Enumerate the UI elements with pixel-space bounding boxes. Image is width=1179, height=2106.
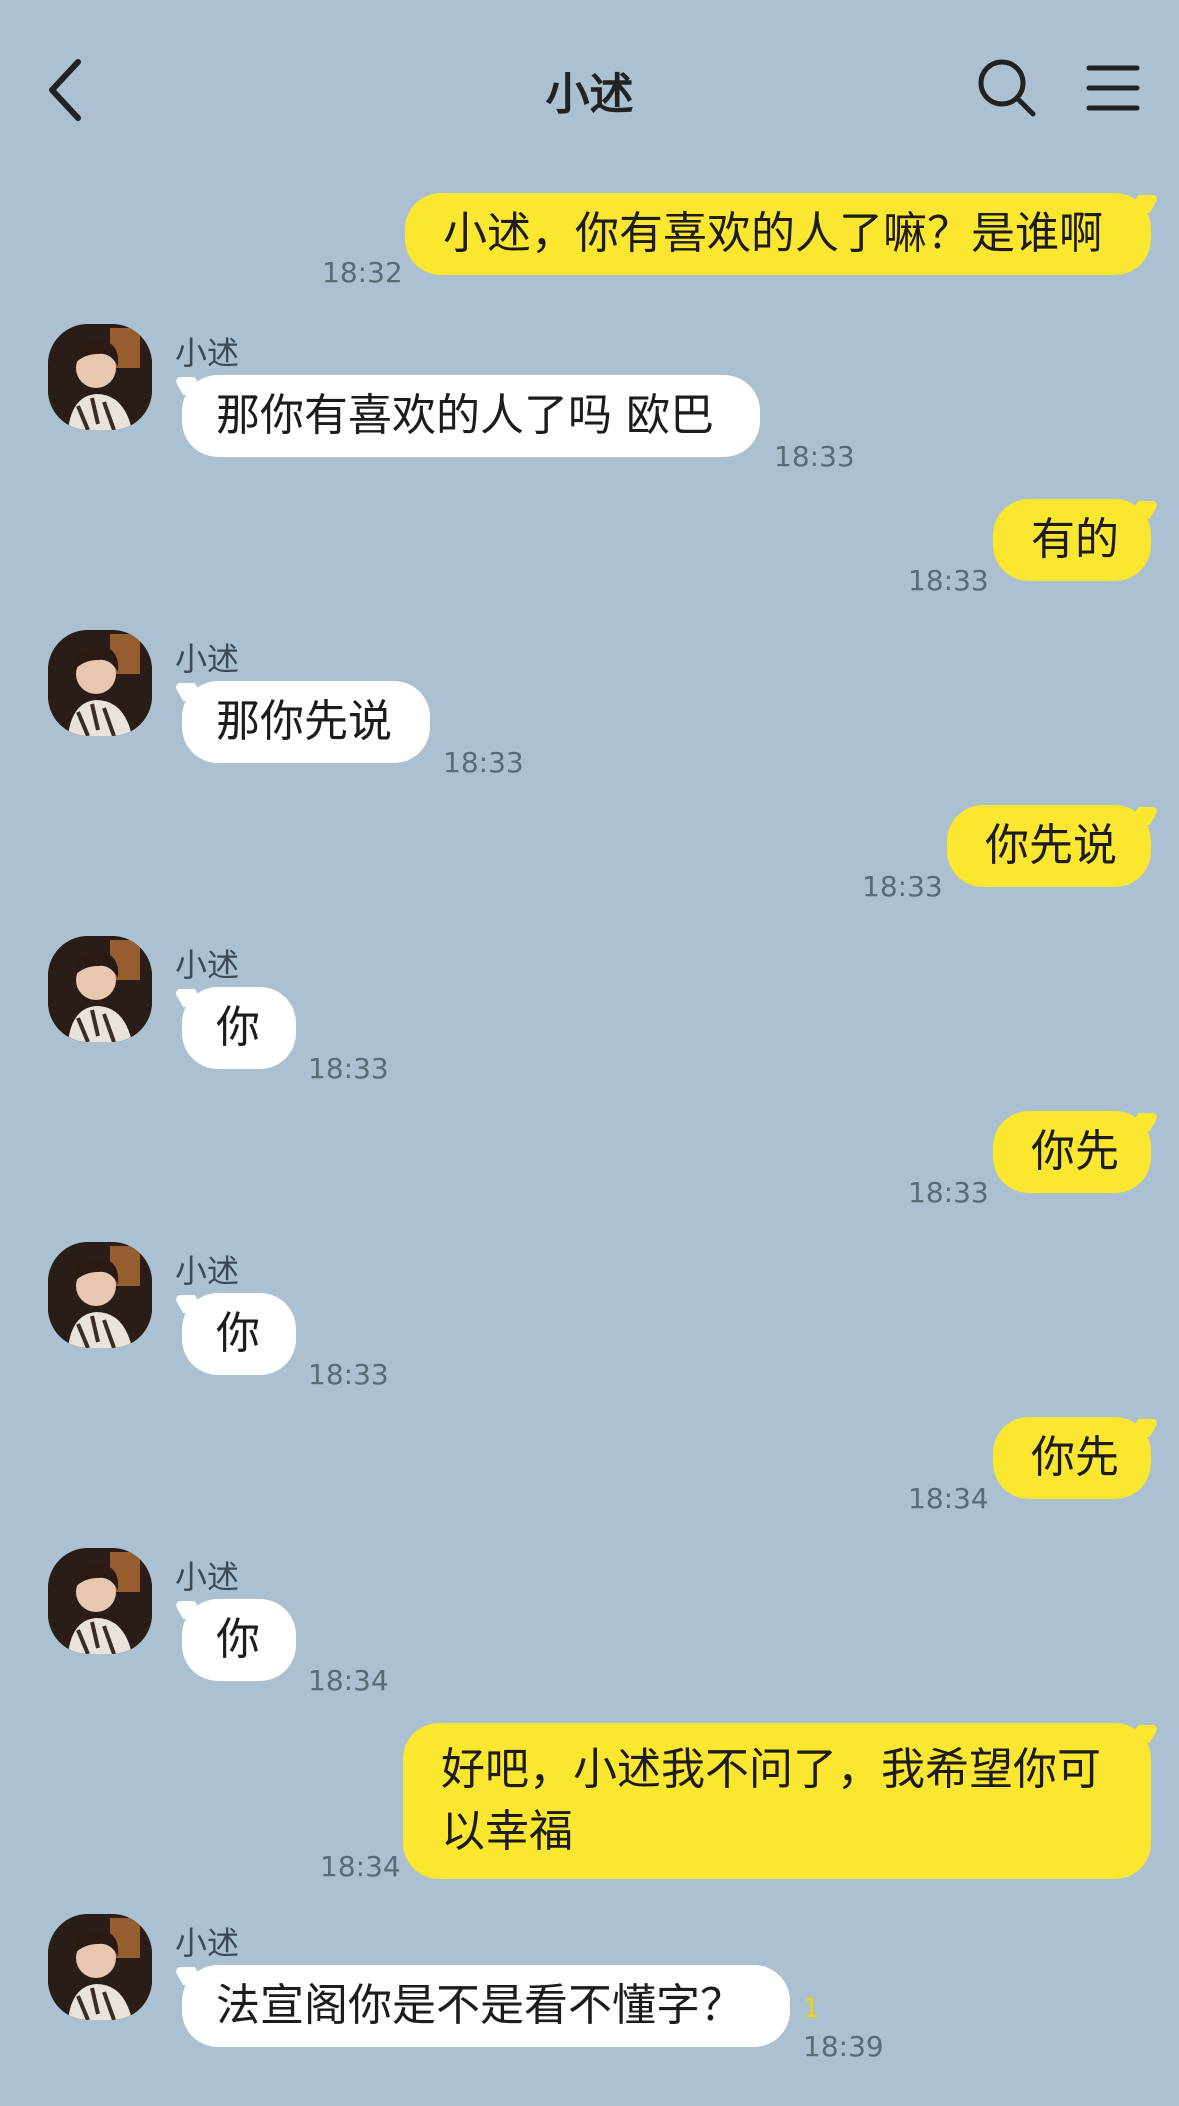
incoming-message-bubble[interactable]: 法宣阁你是不是看不懂字？ bbox=[182, 1965, 790, 2047]
message-time: 18:33 bbox=[443, 746, 524, 779]
sender-name: 小述 bbox=[175, 1924, 240, 1962]
message-time: 18:39 bbox=[803, 2030, 884, 2063]
incoming-message-bubble[interactable]: 你 bbox=[182, 1599, 296, 1681]
menu-button[interactable] bbox=[1083, 58, 1143, 118]
message-time: 18:33 bbox=[308, 1358, 389, 1391]
outgoing-message-bubble[interactable]: 有的 bbox=[993, 499, 1151, 581]
contact-avatar[interactable] bbox=[48, 630, 152, 736]
message-time: 18:33 bbox=[862, 870, 943, 903]
incoming-message-bubble[interactable]: 那你先说 bbox=[182, 681, 430, 763]
menu-icon bbox=[1086, 65, 1140, 111]
message-time: 18:33 bbox=[308, 1052, 389, 1085]
message-time: 18:33 bbox=[908, 564, 989, 597]
outgoing-message-bubble[interactable]: 你先 bbox=[993, 1417, 1151, 1499]
chat-header: 小述 bbox=[0, 0, 1179, 170]
message-time: 18:34 bbox=[908, 1482, 989, 1515]
sender-name: 小述 bbox=[175, 946, 240, 984]
message-time: 18:32 bbox=[322, 256, 403, 289]
sender-name: 小述 bbox=[175, 640, 240, 678]
outgoing-message-bubble[interactable]: 好吧，小述我不问了，我希望你可以幸福 bbox=[403, 1723, 1151, 1879]
message-time: 18:34 bbox=[308, 1664, 389, 1697]
search-button[interactable] bbox=[975, 56, 1039, 120]
contact-avatar[interactable] bbox=[48, 1242, 152, 1348]
outgoing-message-bubble[interactable]: 你先 bbox=[993, 1111, 1151, 1193]
contact-avatar[interactable] bbox=[48, 324, 152, 430]
search-icon bbox=[978, 59, 1036, 117]
contact-avatar[interactable] bbox=[48, 1914, 152, 2020]
message-time: 18:33 bbox=[774, 440, 855, 473]
contact-avatar[interactable] bbox=[48, 1548, 152, 1654]
message-time: 18:34 bbox=[320, 1850, 401, 1883]
outgoing-message-bubble[interactable]: 小述，你有喜欢的人了嘛？是谁啊 bbox=[405, 193, 1151, 275]
sender-name: 小述 bbox=[175, 1558, 240, 1596]
contact-avatar[interactable] bbox=[48, 936, 152, 1042]
sender-name: 小述 bbox=[175, 334, 240, 372]
incoming-message-bubble[interactable]: 那你有喜欢的人了吗 欧巴 bbox=[182, 375, 760, 457]
outgoing-message-bubble[interactable]: 你先说 bbox=[947, 805, 1151, 887]
sender-name: 小述 bbox=[175, 1252, 240, 1290]
incoming-message-bubble[interactable]: 你 bbox=[182, 987, 296, 1069]
incoming-message-bubble[interactable]: 你 bbox=[182, 1293, 296, 1375]
unread-count: 1 bbox=[803, 1994, 820, 2024]
message-time: 18:33 bbox=[908, 1176, 989, 1209]
